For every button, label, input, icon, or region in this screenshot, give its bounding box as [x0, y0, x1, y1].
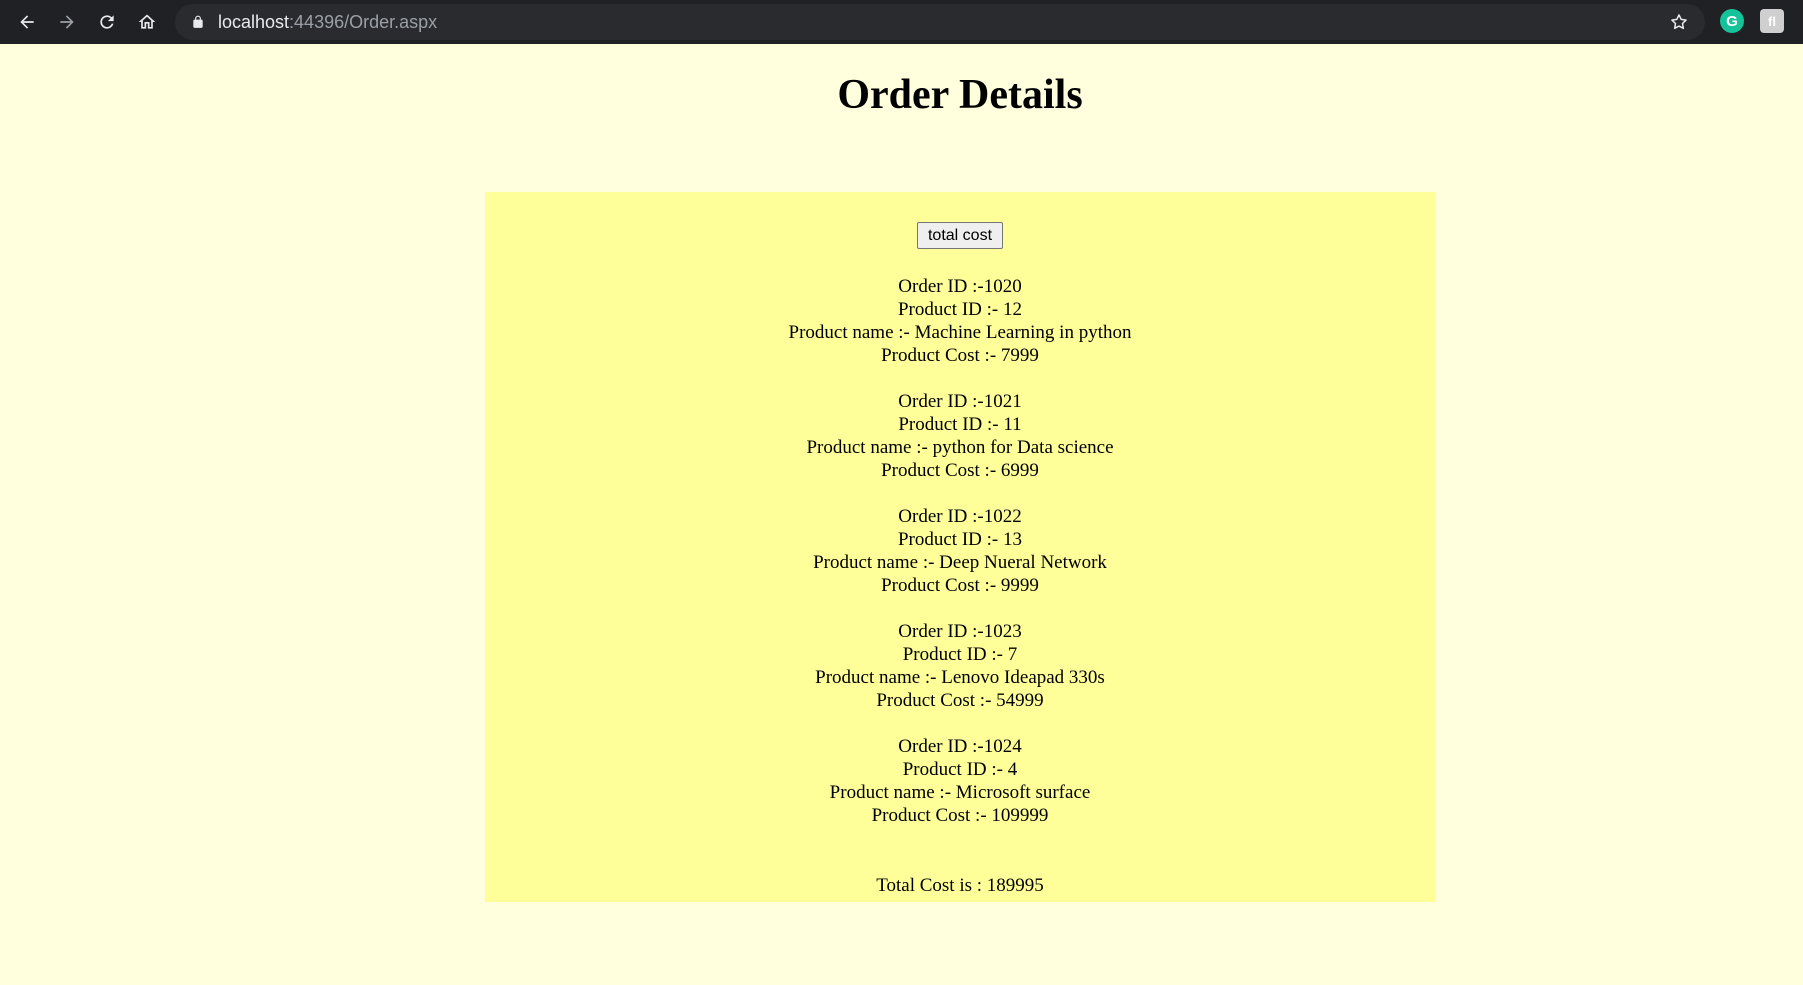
star-icon[interactable]	[1669, 12, 1689, 32]
product-name: Product name :- Lenovo Ideapad 330s	[815, 667, 1105, 688]
url-host: localhost	[218, 12, 290, 32]
lock-icon[interactable]	[191, 15, 205, 29]
browser-toolbar: localhost:44396/Order.aspx G fl	[0, 0, 1803, 44]
product-name: Product name :- Microsoft surface	[829, 782, 1091, 803]
forward-icon[interactable]	[52, 7, 82, 37]
product-name: Product name :- python for Data science	[806, 437, 1114, 458]
order-item: Order ID :-1020 Product ID :- 12 Product…	[485, 275, 1435, 367]
product-cost: Product Cost :- 6999	[881, 460, 1039, 481]
home-icon[interactable]	[132, 7, 162, 37]
order-item: Order ID :-1022 Product ID :- 13 Product…	[485, 505, 1435, 597]
order-item: Order ID :-1021 Product ID :- 11 Product…	[485, 390, 1435, 482]
order-id: Order ID :-1021	[898, 391, 1022, 412]
order-item: Order ID :-1024 Product ID :- 4 Product …	[485, 735, 1435, 827]
url-path: :44396/Order.aspx	[289, 12, 438, 32]
product-cost: Product Cost :- 9999	[881, 575, 1039, 596]
order-id: Order ID :-1022	[898, 506, 1022, 527]
product-id: Product ID :- 12	[897, 299, 1022, 320]
address-bar[interactable]: localhost:44396/Order.aspx	[175, 4, 1705, 40]
product-id: Product ID :- 7	[902, 644, 1018, 665]
url-text: localhost:44396/Order.aspx	[218, 12, 437, 32]
order-panel: total cost Order ID :-1020 Product ID :-…	[485, 192, 1435, 902]
order-id: Order ID :-1024	[898, 736, 1022, 757]
back-icon[interactable]	[12, 7, 42, 37]
product-cost: Product Cost :- 54999	[876, 690, 1044, 711]
total-cost-label: Total Cost is : 189995	[876, 875, 1044, 896]
product-id: Product ID :- 13	[897, 529, 1022, 550]
product-cost: Product Cost :- 7999	[881, 345, 1039, 366]
product-id: Product ID :- 11	[898, 414, 1022, 435]
grammarly-icon[interactable]: G	[1720, 9, 1744, 33]
product-cost: Product Cost :- 109999	[871, 805, 1049, 826]
order-item: Order ID :-1023 Product ID :- 7 Product …	[485, 620, 1435, 712]
order-id: Order ID :-1020	[898, 276, 1022, 297]
product-name: Product name :- Machine Learning in pyth…	[788, 322, 1132, 343]
product-name: Product name :- Deep Nueral Network	[813, 552, 1107, 573]
page-title: Order Details	[837, 72, 1083, 118]
total-cost-button[interactable]: total cost	[917, 222, 1003, 249]
extension-icon[interactable]: fl	[1760, 9, 1784, 33]
reload-icon[interactable]	[92, 7, 122, 37]
order-list: Order ID :-1020 Product ID :- 12 Product…	[485, 275, 1435, 850]
order-id: Order ID :-1023	[898, 621, 1022, 642]
product-id: Product ID :- 4	[902, 759, 1018, 780]
